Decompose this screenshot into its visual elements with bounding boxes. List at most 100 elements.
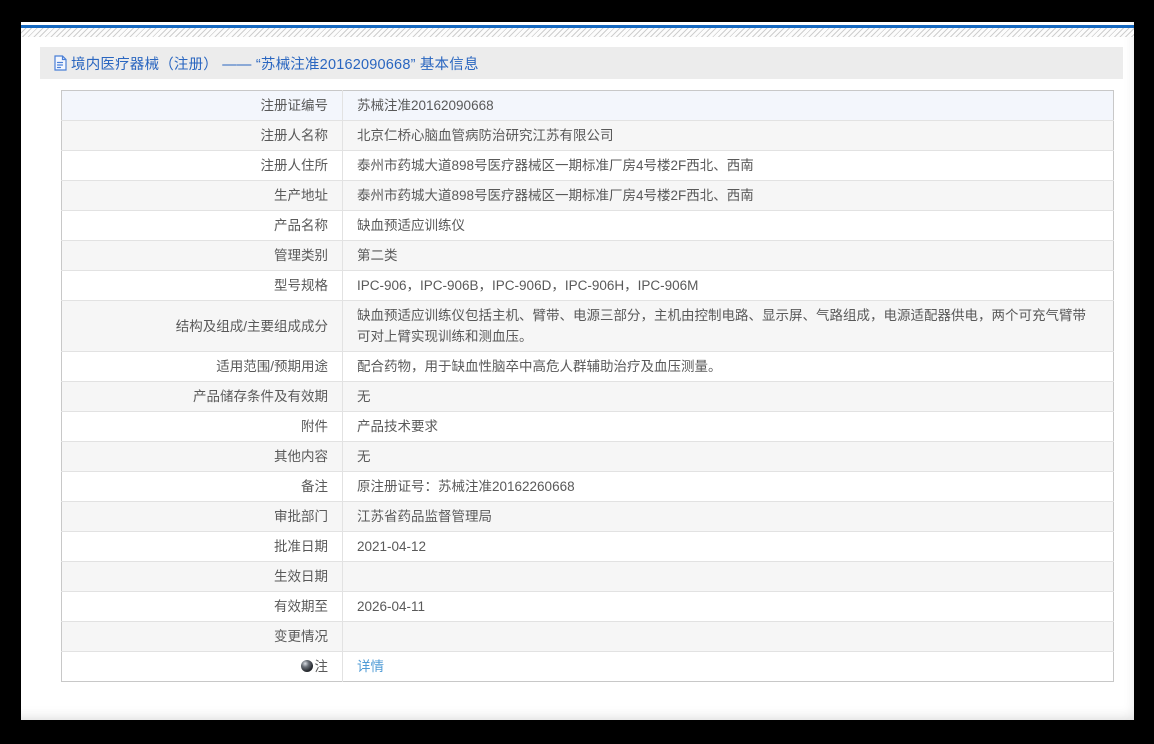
- row-label-cell: 管理类别: [61, 240, 343, 271]
- table-row: 适用范围/预期用途 配合药物，用于缺血性脑卒中高危人群辅助治疗及血压测量。: [61, 351, 1114, 382]
- row-label-cell: 注册人住所: [61, 150, 343, 181]
- row-value-cell: [342, 561, 1114, 592]
- row-value: 缺血预适应训练仪包括主机、臂带、电源三部分，主机由控制电路、显示屏、气路组成，电…: [357, 308, 1086, 344]
- row-label-cell: 适用范围/预期用途: [61, 351, 343, 382]
- registration-info-table: 注册证编号 苏械注准20162090668 注册人名称 北京仁桥心脑血管病防治研…: [61, 90, 1114, 682]
- table-row: 产品储存条件及有效期 无: [61, 381, 1114, 412]
- table-row: 注册证编号 苏械注准20162090668: [61, 90, 1114, 121]
- row-value-cell: 泰州市药城大道898号医疗器械区一期标准厂房4号楼2F西北、西南: [342, 150, 1114, 181]
- row-value-cell: 2026-04-11: [342, 591, 1114, 622]
- row-label-cell: 批准日期: [61, 531, 343, 562]
- row-label-cell: 注册人名称: [61, 120, 343, 151]
- table-row: 产品名称 缺血预适应训练仪: [61, 210, 1114, 241]
- row-value: 2021-04-12: [357, 539, 427, 554]
- row-label: 注册人名称: [260, 128, 329, 143]
- details-link[interactable]: 详情: [357, 659, 384, 674]
- table-row: 变更情况: [61, 621, 1114, 652]
- row-value: 泰州市药城大道898号医疗器械区一期标准厂房4号楼2F西北、西南: [357, 158, 754, 173]
- row-label: 注册人住所: [260, 158, 329, 173]
- row-value-cell: [342, 621, 1114, 652]
- row-label-cell: 结构及组成/主要组成成分: [61, 300, 343, 352]
- table-row: 注 详情: [61, 651, 1114, 682]
- row-label: 其他内容: [274, 449, 328, 464]
- row-value: IPC-906，IPC-906B，IPC-906D，IPC-906H，IPC-9…: [357, 278, 699, 293]
- row-label-cell: 生效日期: [61, 561, 343, 592]
- row-value-cell: 第二类: [342, 240, 1114, 271]
- desktop-background: { "colors": { "top_rule_blue": "#1568bf"…: [0, 0, 1154, 744]
- table-row: 型号规格 IPC-906，IPC-906B，IPC-906D，IPC-906H，…: [61, 270, 1114, 301]
- row-label: 生产地址: [274, 188, 328, 203]
- table-row: 结构及组成/主要组成成分 缺血预适应训练仪包括主机、臂带、电源三部分，主机由控制…: [61, 300, 1114, 352]
- row-value-cell: 无: [342, 381, 1114, 412]
- note-icon: [300, 660, 313, 672]
- table-row: 其他内容 无: [61, 441, 1114, 472]
- table-row: 备注 原注册证号：苏械注准20162260668: [61, 471, 1114, 502]
- document-icon: [53, 55, 67, 71]
- row-value: 产品技术要求: [357, 419, 438, 434]
- row-value-cell: 无: [342, 441, 1114, 472]
- row-label: 生效日期: [274, 569, 328, 584]
- table-row: 生产地址 泰州市药城大道898号医疗器械区一期标准厂房4号楼2F西北、西南: [61, 180, 1114, 211]
- table-row: 附件 产品技术要求: [61, 411, 1114, 442]
- row-value: 北京仁桥心脑血管病防治研究江苏有限公司: [357, 128, 614, 143]
- row-label-cell: 附件: [61, 411, 343, 442]
- row-value-cell: 缺血预适应训练仪包括主机、臂带、电源三部分，主机由控制电路、显示屏、气路组成，电…: [342, 300, 1114, 352]
- row-value: 原注册证号：苏械注准20162260668: [357, 479, 575, 494]
- row-label-cell: 型号规格: [61, 270, 343, 301]
- row-value: 缺血预适应训练仪: [357, 218, 465, 233]
- row-label-cell: 注: [61, 651, 343, 682]
- table-row: 生效日期: [61, 561, 1114, 592]
- row-label: 变更情况: [274, 629, 328, 644]
- row-value-cell: IPC-906，IPC-906B，IPC-906D，IPC-906H，IPC-9…: [342, 270, 1114, 301]
- row-label-cell: 产品储存条件及有效期: [61, 381, 343, 412]
- table-row: 有效期至 2026-04-11: [61, 591, 1114, 622]
- row-label: 产品储存条件及有效期: [193, 389, 328, 404]
- row-value-cell: 泰州市药城大道898号医疗器械区一期标准厂房4号楼2F西北、西南: [342, 180, 1114, 211]
- row-value: 泰州市药城大道898号医疗器械区一期标准厂房4号楼2F西北、西南: [357, 188, 754, 203]
- table-row: 注册人名称 北京仁桥心脑血管病防治研究江苏有限公司: [61, 120, 1114, 151]
- table-row: 注册人住所 泰州市药城大道898号医疗器械区一期标准厂房4号楼2F西北、西南: [61, 150, 1114, 181]
- row-label: 备注: [301, 479, 328, 494]
- row-value: 第二类: [357, 248, 398, 263]
- row-label: 注: [314, 659, 329, 674]
- row-value: 配合药物，用于缺血性脑卒中高危人群辅助治疗及血压测量。: [357, 359, 722, 374]
- hatch-texture-strip: [21, 28, 1134, 37]
- row-label-cell: 审批部门: [61, 501, 343, 532]
- row-label: 型号规格: [274, 278, 328, 293]
- row-value: 江苏省药品监督管理局: [357, 509, 492, 524]
- registration-table-container: 注册证编号 苏械注准20162090668 注册人名称 北京仁桥心脑血管病防治研…: [61, 90, 1114, 682]
- row-label-cell: 有效期至: [61, 591, 343, 622]
- row-label: 结构及组成/主要组成成分: [175, 318, 328, 334]
- content-page: 境内医疗器械（注册） —— “苏械注准20162090668” 基本信息 注册证…: [21, 22, 1134, 720]
- row-value-cell: 苏械注准20162090668: [343, 91, 1114, 121]
- row-value-cell: 江苏省药品监督管理局: [342, 501, 1114, 532]
- row-label: 审批部门: [274, 509, 328, 524]
- row-label: 适用范围/预期用途: [216, 359, 328, 374]
- row-value-cell: 缺血预适应训练仪: [342, 210, 1114, 241]
- row-label: 产品名称: [274, 218, 328, 233]
- row-label-cell: 生产地址: [61, 180, 343, 211]
- table-row: 管理类别 第二类: [61, 240, 1114, 271]
- page-header-bar: 境内医疗器械（注册） —— “苏械注准20162090668” 基本信息: [40, 47, 1123, 79]
- row-value: 苏械注准20162090668: [357, 98, 494, 113]
- row-label: 有效期至: [274, 599, 328, 614]
- row-value: 无: [357, 449, 371, 464]
- page-title: 境内医疗器械（注册） —— “苏械注准20162090668” 基本信息: [71, 56, 479, 73]
- row-value-cell: 产品技术要求: [342, 411, 1114, 442]
- table-row: 审批部门 江苏省药品监督管理局: [61, 501, 1114, 532]
- row-label-cell: 变更情况: [61, 621, 343, 652]
- row-value: 无: [357, 389, 371, 404]
- row-value-cell: 详情: [342, 651, 1114, 682]
- row-label-cell: 备注: [61, 471, 343, 502]
- row-value-cell: 原注册证号：苏械注准20162260668: [342, 471, 1114, 502]
- row-label: 批准日期: [274, 539, 328, 554]
- table-row: 批准日期 2021-04-12: [61, 531, 1114, 562]
- row-label-cell: 注册证编号: [61, 90, 343, 121]
- row-label-cell: 其他内容: [61, 441, 343, 472]
- row-value-cell: 配合药物，用于缺血性脑卒中高危人群辅助治疗及血压测量。: [342, 351, 1114, 382]
- row-label: 附件: [301, 419, 328, 434]
- row-label: 注册证编号: [260, 98, 329, 113]
- row-label: 管理类别: [274, 248, 328, 263]
- row-label-cell: 产品名称: [61, 210, 343, 241]
- row-value-cell: 北京仁桥心脑血管病防治研究江苏有限公司: [342, 120, 1114, 151]
